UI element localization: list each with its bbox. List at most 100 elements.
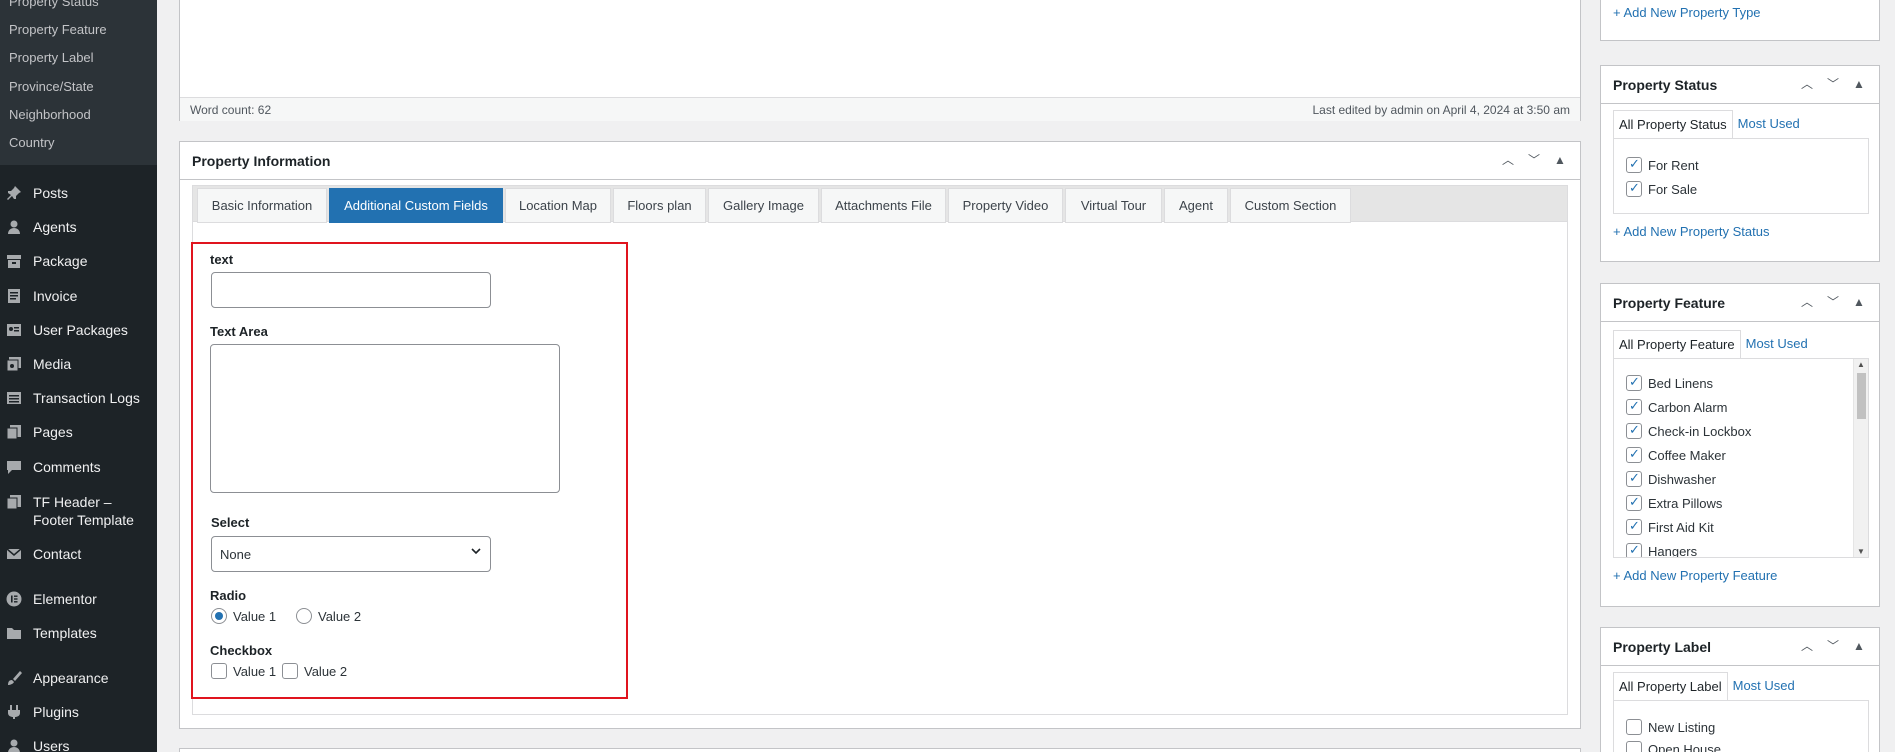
checklist-item[interactable]: Check-in Lockbox — [1626, 422, 1751, 439]
checkbox[interactable] — [1626, 180, 1642, 197]
sidebar-item-tf-header-footer[interactable]: TF Header – Footer Template — [0, 493, 157, 533]
checkbox[interactable] — [1626, 741, 1642, 752]
checklist-item[interactable]: Bed Linens — [1626, 374, 1713, 391]
toggle-panel-icon[interactable]: ▲ — [1851, 76, 1867, 92]
sidebar-item-invoice[interactable]: Invoice — [0, 287, 157, 317]
submenu-property-label[interactable]: Property Label — [9, 50, 94, 65]
select-dropdown[interactable]: None — [211, 536, 491, 572]
tab-most-used[interactable]: Most Used — [1741, 330, 1813, 359]
tab-floors-plan[interactable]: Floors plan — [613, 188, 706, 223]
tab-most-used[interactable]: Most Used — [1733, 110, 1805, 139]
sidebar-item-templates[interactable]: Templates — [0, 624, 157, 654]
checkbox[interactable] — [1626, 446, 1642, 463]
tab-basic-information[interactable]: Basic Information — [197, 188, 327, 223]
move-down-icon[interactable]: ﹀ — [1825, 638, 1841, 654]
checkbox[interactable] — [1626, 494, 1642, 511]
checkbox[interactable] — [1626, 374, 1642, 391]
admin-sidebar: Property Status Property Feature Propert… — [0, 0, 157, 752]
checklist-item[interactable]: First Aid Kit — [1626, 518, 1714, 535]
sidebar-item-agents[interactable]: Agents — [0, 218, 157, 248]
checklist-item[interactable]: For Rent — [1626, 156, 1699, 173]
checkbox[interactable] — [1626, 542, 1642, 557]
sidebar-item-package[interactable]: Package — [0, 252, 157, 282]
checkbox[interactable] — [211, 663, 227, 679]
sidebar-item-user-packages[interactable]: User Packages — [0, 321, 157, 351]
postbox-header: Property Label ︿ ﹀ ▲ — [1601, 628, 1879, 666]
tab-location-map[interactable]: Location Map — [505, 188, 611, 223]
checkbox[interactable] — [282, 663, 298, 679]
checklist-item[interactable]: Coffee Maker — [1626, 446, 1726, 463]
submenu-province-state[interactable]: Province/State — [9, 79, 94, 94]
textarea-input[interactable] — [210, 344, 560, 493]
checkbox-option-1[interactable]: Value 1 — [211, 663, 276, 679]
checklist-item[interactable]: New Listing — [1626, 719, 1715, 735]
checklist-item[interactable]: Open House — [1626, 741, 1721, 752]
tab-most-used[interactable]: Most Used — [1728, 672, 1800, 701]
tab-additional-custom-fields[interactable]: Additional Custom Fields — [329, 188, 503, 223]
checkbox-option-2[interactable]: Value 2 — [282, 663, 347, 679]
checkbox[interactable] — [1626, 719, 1642, 735]
scroll-up-icon[interactable]: ▲ — [1857, 360, 1865, 369]
tab-all-property-feature[interactable]: All Property Feature — [1613, 330, 1741, 359]
checklist-item[interactable]: Hangers — [1626, 542, 1697, 557]
checkbox[interactable] — [1626, 156, 1642, 173]
submenu-country[interactable]: Country — [9, 135, 55, 150]
add-property-feature-link[interactable]: + Add New Property Feature — [1613, 568, 1777, 583]
text-field-input[interactable] — [211, 272, 491, 308]
label-tabs: All Property Label Most Used — [1613, 672, 1800, 701]
tab-all-property-status[interactable]: All Property Status — [1613, 110, 1733, 139]
checklist-item[interactable]: Dishwasher — [1626, 470, 1716, 487]
radio-button[interactable] — [296, 608, 312, 624]
move-down-icon[interactable]: ﹀ — [1825, 294, 1841, 310]
checkbox[interactable] — [1626, 398, 1642, 415]
document-icon — [6, 288, 22, 304]
content-editor[interactable]: Word count: 62 Last edited by admin on A… — [179, 0, 1581, 121]
move-up-icon[interactable]: ︿ — [1799, 294, 1815, 310]
checklist-scrollbar[interactable]: ▲ ▼ — [1853, 359, 1868, 557]
checklist-item[interactable]: For Sale — [1626, 180, 1697, 197]
tab-virtual-tour[interactable]: Virtual Tour — [1065, 188, 1162, 223]
toggle-panel-icon[interactable]: ▲ — [1851, 638, 1867, 654]
radio-option-1[interactable]: Value 1 — [211, 608, 276, 624]
sidebar-item-contact[interactable]: Contact — [0, 545, 157, 575]
toggle-panel-icon[interactable]: ▲ — [1851, 294, 1867, 310]
tab-attachments-file[interactable]: Attachments File — [821, 188, 946, 223]
scrollbar-thumb[interactable] — [1857, 373, 1866, 419]
move-down-icon[interactable]: ﹀ — [1825, 76, 1841, 92]
tab-all-property-label[interactable]: All Property Label — [1613, 672, 1728, 701]
sidebar-item-users[interactable]: Users — [0, 737, 157, 752]
tab-agent[interactable]: Agent — [1164, 188, 1228, 223]
sidebar-item-comments[interactable]: Comments — [0, 458, 157, 488]
add-property-type-link[interactable]: + Add New Property Type — [1613, 5, 1761, 20]
tab-gallery-image[interactable]: Gallery Image — [708, 188, 819, 223]
checklist-item[interactable]: Extra Pillows — [1626, 494, 1722, 511]
sidebar-item-appearance[interactable]: Appearance — [0, 669, 157, 699]
submenu-property-status[interactable]: Property Status — [9, 0, 99, 9]
move-down-icon[interactable]: ﹀ — [1526, 152, 1542, 168]
template-icon — [6, 494, 22, 510]
add-property-status-link[interactable]: + Add New Property Status — [1613, 224, 1769, 239]
checkbox[interactable] — [1626, 470, 1642, 487]
checklist-item[interactable]: Carbon Alarm — [1626, 398, 1727, 415]
person-icon — [6, 219, 22, 235]
tab-custom-section[interactable]: Custom Section — [1230, 188, 1351, 223]
move-up-icon[interactable]: ︿ — [1500, 152, 1516, 168]
tab-property-video[interactable]: Property Video — [948, 188, 1063, 223]
move-up-icon[interactable]: ︿ — [1799, 638, 1815, 654]
radio-button[interactable] — [211, 608, 227, 624]
checkbox[interactable] — [1626, 422, 1642, 439]
submenu-neighborhood[interactable]: Neighborhood — [9, 107, 91, 122]
sidebar-item-elementor[interactable]: Elementor — [0, 590, 157, 620]
toggle-panel-icon[interactable]: ▲ — [1552, 152, 1568, 168]
sidebar-item-media[interactable]: Media — [0, 355, 157, 385]
move-up-icon[interactable]: ︿ — [1799, 76, 1815, 92]
scroll-down-icon[interactable]: ▼ — [1857, 547, 1865, 556]
sidebar-item-plugins[interactable]: Plugins — [0, 703, 157, 733]
sidebar-item-pages[interactable]: Pages — [0, 423, 157, 453]
sidebar-item-transaction-logs[interactable]: Transaction Logs — [0, 389, 157, 419]
sidebar-item-posts[interactable]: Posts — [0, 184, 157, 214]
editor-status-bar: Word count: 62 Last edited by admin on A… — [180, 97, 1580, 121]
radio-option-2[interactable]: Value 2 — [296, 608, 361, 624]
checkbox[interactable] — [1626, 518, 1642, 535]
submenu-property-feature[interactable]: Property Feature — [9, 22, 107, 37]
